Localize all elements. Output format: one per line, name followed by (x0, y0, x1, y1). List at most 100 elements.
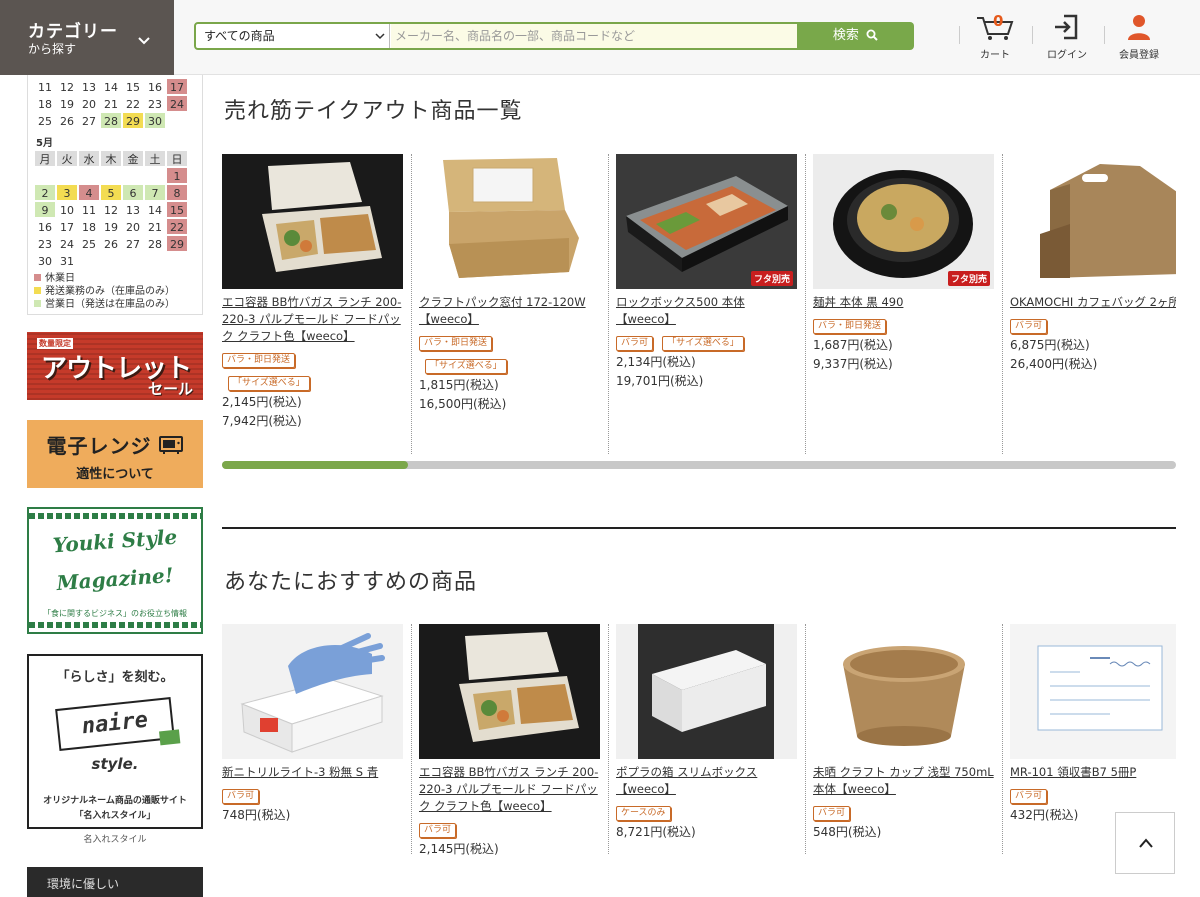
site-header: カテゴリー から探す すべての商品 検索 0 カート ログイン 会員登録 (0, 0, 1200, 75)
calendar-day: 25 (34, 112, 56, 129)
search-button[interactable]: 検索 (797, 22, 914, 50)
calendar-day: 23 (144, 95, 166, 112)
product-card[interactable]: フタ別売 麺丼 本体 黒 490 バラ・即日発送 1,687円(税込) 9,33… (813, 154, 994, 374)
bestsellers-carousel: エコ容器 BB竹バガス ランチ 200-220-3 パルプモールド フードパック… (222, 154, 1176, 454)
product-name-link[interactable]: 新ニトリルライト-3 粉無 S 青 (222, 764, 403, 781)
calendar-day: 21 (144, 218, 166, 235)
product-name-link[interactable]: 未晒 クラフト カップ 浅型 750mL 本体【weeco】 (813, 764, 994, 798)
calendar-may-grid: 月火水木金土日 1 2 3 4 5 6 7 8 9 10 11 12 13 14 15 16 17 18 19 20 21… (34, 150, 200, 269)
calendar-day: 30 (34, 252, 56, 269)
product-image[interactable] (222, 154, 403, 289)
calendar-day: 15 (122, 78, 144, 95)
calendar-weekday: 水 (78, 150, 100, 167)
product-image[interactable] (419, 624, 600, 759)
naire-logo-accent (159, 729, 181, 746)
calendar-month-title: 5月 (36, 138, 53, 149)
calendar-day: 14 (100, 78, 122, 95)
calendar-day (144, 252, 166, 269)
business-calendar: 11 12 13 14 15 16 17 18 19 20 21 22 23 24 25 26 27 28 29 30… (34, 78, 200, 311)
calendar-weekday: 日 (166, 150, 188, 167)
product-card[interactable]: 新ニトリルライト-3 粉無 S 青 バラ可 748円(税込) (222, 624, 403, 825)
product-card[interactable]: エコ容器 BB竹バガス ランチ 200-220-3 パルプモールド フードパック… (222, 154, 403, 431)
product-image[interactable] (419, 154, 600, 289)
product-tag: バラ・即日発送 (813, 319, 887, 334)
calendar-day: 11 (34, 78, 56, 95)
product-image[interactable] (1010, 624, 1176, 759)
product-price: 2,145円(税込) (419, 842, 499, 856)
calendar-day: 27 (78, 112, 100, 129)
product-name-link[interactable]: MR-101 領収書B7 5冊P (1010, 764, 1176, 781)
product-name-link[interactable]: エコ容器 BB竹バガス ランチ 200-220-3 パルプモールド フードパック… (222, 294, 403, 345)
product-card[interactable]: MR-101 領収書B7 5冊P バラ可 432円(税込) (1010, 624, 1176, 825)
bagasse-container-image (222, 154, 403, 289)
calendar-day: 9 (34, 201, 56, 218)
microwave-info-banner[interactable]: 電子レンジ 適性について (27, 420, 203, 488)
eco-banner-label: 環境に優しい (47, 877, 120, 891)
product-price: 1,815円(税込) (419, 378, 499, 392)
product-image[interactable] (616, 624, 797, 759)
card-divider (411, 624, 412, 854)
product-image[interactable] (222, 624, 403, 759)
card-divider (805, 624, 806, 854)
product-image[interactable] (1010, 154, 1176, 289)
calendar-day (34, 167, 56, 184)
register-label: 会員登録 (1119, 50, 1159, 61)
calendar-day: 4 (78, 184, 100, 201)
calendar-day: 23 (34, 235, 56, 252)
cafe-bag-image (1010, 154, 1176, 289)
product-name-link[interactable]: 麺丼 本体 黒 490 (813, 294, 994, 311)
product-name-link[interactable]: OKAMOCHI カフェバッグ 2ヶ所止め【weeco】 (1010, 294, 1176, 311)
category-menu-button[interactable]: カテゴリー から探す (0, 0, 174, 75)
calendar-day: 13 (122, 201, 144, 218)
product-tag: ケースのみ (616, 806, 671, 821)
login-button[interactable]: ログイン (1031, 12, 1103, 64)
category-subtitle: から探す (28, 42, 77, 56)
product-image[interactable]: フタ別売 (813, 154, 994, 289)
cart-button[interactable]: 0 カート (959, 12, 1031, 64)
product-price: 2,134円(税込) (616, 355, 696, 369)
product-name-link[interactable]: ロックボックス500 本体【weeco】 (616, 294, 797, 328)
product-name-link[interactable]: エコ容器 BB竹バガス ランチ 200-220-3 パルプモールド フードパック… (419, 764, 600, 815)
product-card[interactable]: クラフトパック窓付 172-120W【weeco】 バラ・即日発送 「サイズ選べ… (419, 154, 600, 414)
card-divider (1002, 154, 1003, 454)
calendar-day (100, 252, 122, 269)
product-price: 748円(税込) (222, 808, 291, 822)
naire-style-banner[interactable]: 「らしさ」を刻む。 naire style. オリジナルネーム商品の通販サイト … (27, 654, 203, 829)
product-tag: バラ可 (1010, 319, 1048, 334)
section-title-bestsellers: 売れ筋テイクアウト商品一覧 (224, 99, 523, 124)
search-scope-select[interactable]: すべての商品 (196, 24, 390, 48)
calendar-day: 29 (122, 112, 144, 129)
product-card[interactable]: 未晒 クラフト カップ 浅型 750mL 本体【weeco】 バラ可 548円(… (813, 624, 994, 842)
product-card[interactable]: フタ別売 ロックボックス500 本体【weeco】 バラ可 「サイズ選べる」 2… (616, 154, 797, 391)
calendar-day: 11 (78, 201, 100, 218)
section-title-recommended: あなたにおすすめの商品 (224, 570, 478, 595)
carousel-scroll-thumb[interactable] (222, 461, 409, 469)
calendar-day (122, 252, 144, 269)
kraft-cup-image (813, 624, 994, 759)
product-image[interactable]: フタ別売 (616, 154, 797, 289)
product-tag: バラ可 (813, 806, 851, 821)
calendar-day (78, 252, 100, 269)
microwave-subtitle: 適性について (76, 467, 154, 482)
carousel-scrollbar[interactable] (222, 461, 1176, 469)
product-tag: バラ・即日発送 (222, 353, 296, 368)
outlet-sale-banner[interactable]: 数量限定 アウトレット セール (27, 332, 203, 400)
calendar-day (144, 167, 166, 184)
product-image[interactable] (813, 624, 994, 759)
product-card[interactable]: エコ容器 BB竹バガス ランチ 200-220-3 パルプモールド フードパック… (419, 624, 600, 859)
product-price: 19,701円(税込) (616, 374, 704, 388)
size-select-tag: 「サイズ選べる」 (228, 376, 310, 391)
youki-style-magazine-banner[interactable]: Youki Style Magazine! 「食に関するビジネス」のお役立ち情報 (27, 507, 203, 634)
product-name-link[interactable]: クラフトパック窓付 172-120W【weeco】 (419, 294, 600, 328)
kraft-box-image (419, 154, 600, 289)
calendar-day: 10 (56, 201, 78, 218)
back-to-top-button[interactable] (1115, 812, 1175, 874)
product-name-link[interactable]: ポプラの箱 スリムボックス【weeco】 (616, 764, 797, 798)
register-button[interactable]: 会員登録 (1103, 12, 1175, 64)
eco-banner[interactable]: 環境に優しい (27, 867, 203, 897)
product-card[interactable]: OKAMOCHI カフェバッグ 2ヶ所止め【weeco】 バラ可 6,875円(… (1010, 154, 1176, 374)
search-input[interactable] (391, 24, 797, 48)
calendar-day: 12 (100, 201, 122, 218)
microwave-title: 電子レンジ (27, 430, 203, 459)
product-card[interactable]: ポプラの箱 スリムボックス【weeco】 ケースのみ 8,721円(税込) (616, 624, 797, 842)
